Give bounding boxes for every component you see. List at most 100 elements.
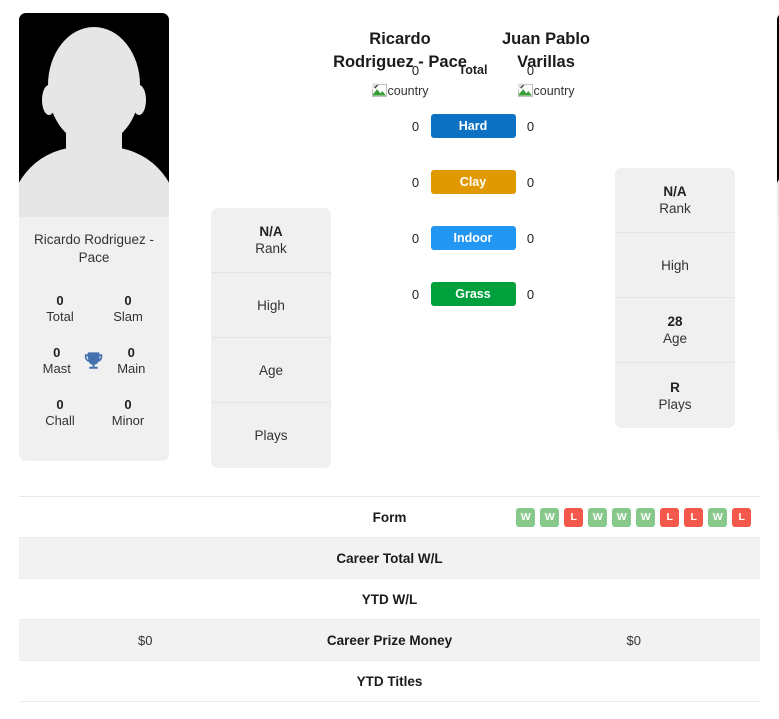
player-card-name-left: Ricardo Rodriguez - Pace xyxy=(33,232,155,265)
titles-row: 0 Mast 0 Main xyxy=(25,335,163,387)
form-badge-win: W xyxy=(588,507,608,527)
info-label: Age xyxy=(258,362,284,378)
surface-score-right: 0 xyxy=(526,118,535,134)
titles-cell-mast: 0 Mast xyxy=(31,345,82,377)
titles-row: 0 Chall 0 Minor xyxy=(25,387,163,439)
titles-value: 0 xyxy=(124,397,132,412)
titles-label: Slam xyxy=(113,309,143,324)
titles-value: 0 xyxy=(56,397,64,412)
titles-cell-main: 0 Main xyxy=(106,345,157,377)
form-badge-loss: L xyxy=(684,507,704,527)
stat-comparison-table: Form WWLWWWLLWL Career Total W/L YTD W/L… xyxy=(19,496,760,702)
info-value: N/A xyxy=(259,224,283,239)
surface-score-left: 0 xyxy=(411,174,420,190)
form-badge-loss: L xyxy=(660,507,680,527)
info-value: N/A xyxy=(663,184,687,199)
form-badge-loss: L xyxy=(564,507,584,527)
info-cell-high: High xyxy=(211,273,331,338)
form-badge-win: W xyxy=(516,507,536,527)
surface-score-right: 0 xyxy=(526,62,535,78)
surface-label-clay[interactable]: Clay xyxy=(430,170,516,194)
form-badge-win: W xyxy=(636,507,656,527)
surface-score-left: 0 xyxy=(411,118,420,134)
info-value: R xyxy=(670,379,680,395)
info-cell-age: Age xyxy=(211,338,331,403)
trophy-icon xyxy=(85,352,103,369)
table-row-career-total-wl: Career Total W/L xyxy=(19,538,760,579)
stat-label-ytd-wl: YTD W/L xyxy=(361,591,418,607)
stat-value-left: $0 xyxy=(138,632,153,648)
stat-label-career-total-wl: Career Total W/L xyxy=(336,550,443,566)
titles-label: Main xyxy=(117,361,146,376)
surface-label-grass[interactable]: Grass xyxy=(430,282,516,306)
form-badge-list: WWLWWWLLWL xyxy=(516,507,752,527)
info-cell-age: 28 Age xyxy=(615,298,735,363)
stat-label-ytd-titles: YTD Titles xyxy=(356,673,423,689)
info-cell-rank: N/A Rank xyxy=(211,208,331,273)
surface-score-right: 0 xyxy=(526,230,535,246)
titles-cell-total: 0 Total xyxy=(31,293,89,325)
titles-value: 0 xyxy=(56,293,64,308)
table-row-ytd-wl: YTD W/L xyxy=(19,579,760,620)
info-value: 28 xyxy=(667,314,683,329)
info-label: Age xyxy=(662,331,688,346)
stat-label-career-prize-money: Career Prize Money xyxy=(326,632,453,648)
table-row-career-prize-money: $0 Career Prize Money $0 xyxy=(19,620,760,661)
surface-score-right: 0 xyxy=(526,174,535,190)
info-label: Rank xyxy=(255,241,287,256)
titles-row: 0 Total 0 Slam xyxy=(25,283,163,335)
table-row-ytd-titles: YTD Titles xyxy=(19,661,760,702)
surface-label-hard[interactable]: Hard xyxy=(430,114,516,138)
titles-grid-left: 0 Total 0 Slam 0 Mast 0 Main 0 Chall 0 M… xyxy=(19,283,169,461)
info-panel-right: N/A Rank High 28 Age R Plays xyxy=(615,168,735,428)
surface-bars: 0 Total 0 0 Hard 0 0 Clay 0 0 Indoor 0 0… xyxy=(331,42,615,322)
form-badge-win: W xyxy=(708,507,728,527)
avatar-silhouette-ear-left xyxy=(42,85,56,115)
form-badge-loss: L xyxy=(732,507,752,527)
form-badge-win: W xyxy=(540,507,560,527)
avatar-silhouette-shoulders xyxy=(19,201,169,217)
player-photo-left xyxy=(19,13,169,217)
surface-bar-row-clay: 0 Clay 0 xyxy=(401,154,546,210)
titles-label: Chall xyxy=(45,413,75,428)
info-label: High xyxy=(661,257,689,273)
form-badge-win: W xyxy=(612,507,632,527)
surface-bar-row-indoor: 0 Indoor 0 xyxy=(401,210,546,266)
info-cell-high: High xyxy=(615,233,735,298)
info-cell-rank: N/A Rank xyxy=(615,168,735,233)
surface-bar-row-hard: 0 Hard 0 xyxy=(401,98,546,154)
stat-label-form: Form xyxy=(372,509,407,525)
info-label: Plays xyxy=(254,428,288,443)
titles-cell-minor: 0 Minor xyxy=(99,397,157,429)
surface-label-total: Total xyxy=(458,63,488,77)
titles-value: 0 xyxy=(53,345,61,360)
titles-label: Minor xyxy=(111,413,145,428)
surface-score-left: 0 xyxy=(411,230,420,246)
surface-bar-row-grass: 0 Grass 0 xyxy=(401,266,546,322)
info-label: Plays xyxy=(658,396,692,412)
titles-value: 0 xyxy=(124,293,132,308)
titles-cell-chall: 0 Chall xyxy=(31,397,89,429)
stat-value-right: WWLWWWLLWL xyxy=(490,507,761,527)
stat-value-right: $0 xyxy=(626,632,641,648)
titles-cell-slam: 0 Slam xyxy=(99,293,157,325)
info-cell-plays: R Plays xyxy=(615,363,735,428)
info-panel-left: N/A Rank High Age Plays xyxy=(211,208,331,468)
titles-value: 0 xyxy=(127,345,135,360)
surface-score-left: 0 xyxy=(411,286,420,302)
player-card-left[interactable]: Ricardo Rodriguez - Pace 0 Total 0 Slam … xyxy=(19,13,169,461)
player-comparison-page: Ricardo Rodriguez - Pace 0 Total 0 Slam … xyxy=(0,0,779,719)
center-column: Ricardo Rodriguez - Pace country Juan Pa… xyxy=(331,0,615,322)
comparison-top-area: Ricardo Rodriguez - Pace 0 Total 0 Slam … xyxy=(0,0,779,496)
surface-score-left: 0 xyxy=(411,62,420,78)
surface-score-right: 0 xyxy=(526,286,535,302)
info-cell-plays: Plays xyxy=(211,403,331,468)
surface-label-indoor[interactable]: Indoor xyxy=(430,226,516,250)
titles-label: Total xyxy=(46,309,74,324)
table-row-form: Form WWLWWWLLWL xyxy=(19,497,760,538)
titles-label: Mast xyxy=(42,361,71,376)
avatar-silhouette-ear-right xyxy=(132,85,146,115)
info-label: High xyxy=(257,297,285,313)
info-label: Rank xyxy=(659,201,691,216)
surface-bar-row-total: 0 Total 0 xyxy=(401,42,546,98)
